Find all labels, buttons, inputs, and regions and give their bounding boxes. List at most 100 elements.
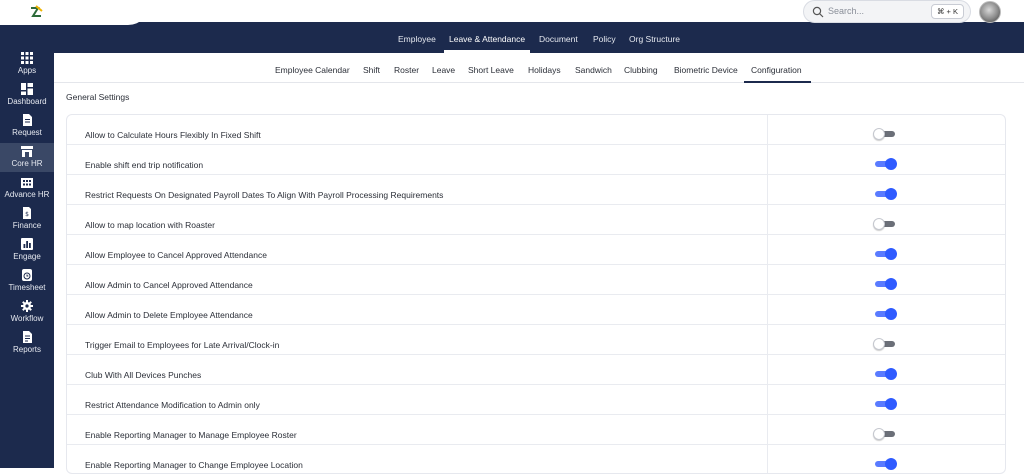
setting-toggle[interactable]: [873, 158, 897, 170]
subtab-configuration[interactable]: Configuration: [751, 65, 802, 75]
toggle-knob: [885, 188, 897, 200]
sidebar-item-label: Request: [12, 128, 42, 137]
sidebar-item-core-hr[interactable]: Core HR: [0, 143, 54, 172]
sidebar-item-reports[interactable]: Reports: [0, 329, 54, 358]
column-divider: [767, 175, 768, 205]
logo-area: [0, 0, 150, 25]
setting-toggle[interactable]: [873, 278, 897, 290]
subtab-biometric-device[interactable]: Biometric Device: [674, 65, 738, 75]
subtab-shift[interactable]: Shift: [363, 65, 380, 75]
main-nav: Employee Leave & Attendance Document Pol…: [54, 25, 1024, 53]
avatar[interactable]: [979, 1, 1001, 23]
column-divider: [767, 355, 768, 385]
search-input[interactable]: Search... ⌘ + K: [803, 0, 971, 23]
tab-employee[interactable]: Employee: [398, 34, 436, 44]
sidebar: Apps Dashboard Request Core HR Advance H…: [0, 25, 54, 468]
gear-icon: [21, 300, 33, 312]
sidebar-item-label: Timesheet: [8, 283, 46, 292]
subtab-leave[interactable]: Leave: [432, 65, 455, 75]
sidebar-item-label: Finance: [12, 221, 42, 230]
setting-toggle[interactable]: [873, 248, 897, 260]
sidebar-item-advance-hr[interactable]: Advance HR: [0, 174, 54, 203]
subtab-sandwich[interactable]: Sandwich: [575, 65, 612, 75]
sidebar-item-label: Dashboard: [7, 97, 47, 106]
toggle-knob: [885, 458, 897, 470]
clock-icon: [22, 269, 32, 281]
setting-toggle[interactable]: [873, 428, 895, 440]
report-icon: [23, 331, 32, 343]
sidebar-item-finance[interactable]: $ Finance: [0, 205, 54, 234]
setting-label: Allow to map location with Roaster: [85, 220, 215, 230]
toggle-knob: [885, 158, 897, 170]
subtab-holidays[interactable]: Holidays: [528, 65, 561, 75]
setting-label: Enable shift end trip notification: [85, 160, 204, 170]
setting-row: Trigger Email to Employees for Late Arri…: [67, 325, 1005, 355]
sidebar-item-dashboard[interactable]: Dashboard: [0, 81, 54, 110]
dashboard-icon: [21, 83, 33, 95]
setting-row: Allow Admin to Delete Employee Attendanc…: [67, 295, 1005, 325]
tab-document[interactable]: Document: [539, 34, 578, 44]
setting-toggle[interactable]: [873, 338, 895, 350]
column-divider: [767, 115, 768, 145]
setting-label: Allow Employee to Cancel Approved Attend…: [85, 250, 267, 260]
subtab-short-leave[interactable]: Short Leave: [468, 65, 514, 75]
toggle-knob: [885, 308, 897, 320]
toggle-knob: [873, 338, 885, 350]
setting-row: Restrict Requests On Designated Payroll …: [67, 175, 1005, 205]
subtab-clubbing[interactable]: Clubbing: [624, 65, 658, 75]
setting-label: Enable Reporting Manager to Manage Emplo…: [85, 430, 297, 440]
search-icon: [812, 6, 824, 18]
subtab-employee-calendar[interactable]: Employee Calendar: [275, 65, 350, 75]
tab-leave-attendance[interactable]: Leave & Attendance: [449, 34, 525, 44]
setting-label: Allow to Calculate Hours Flexibly In Fix…: [85, 130, 261, 140]
column-divider: [767, 265, 768, 295]
settings-card: Allow to Calculate Hours Flexibly In Fix…: [66, 114, 1006, 474]
setting-toggle[interactable]: [873, 368, 897, 380]
sidebar-item-label: Core HR: [11, 159, 43, 168]
column-divider: [767, 235, 768, 265]
setting-toggle[interactable]: [873, 218, 895, 230]
setting-row: Restrict Attendance Modification to Admi…: [67, 385, 1005, 415]
receipt-icon: $: [23, 207, 31, 219]
setting-label: Restrict Attendance Modification to Admi…: [85, 400, 260, 410]
column-divider: [767, 445, 768, 473]
column-divider: [767, 295, 768, 325]
setting-label: Allow Admin to Delete Employee Attendanc…: [85, 310, 253, 320]
column-divider: [767, 415, 768, 445]
sidebar-item-request[interactable]: Request: [0, 112, 54, 141]
sidebar-item-label: Reports: [12, 345, 41, 354]
sidebar-item-engage[interactable]: Engage: [0, 236, 54, 265]
setting-row: Allow to Calculate Hours Flexibly In Fix…: [67, 115, 1005, 145]
search-placeholder: Search...: [828, 6, 865, 16]
setting-toggle[interactable]: [873, 458, 897, 470]
sidebar-item-timesheet[interactable]: Timesheet: [0, 267, 54, 296]
grid-icon: [21, 52, 33, 64]
active-subtab-indicator: [744, 81, 811, 83]
setting-row: Allow Admin to Cancel Approved Attendanc…: [67, 265, 1005, 295]
setting-label: Club With All Devices Punches: [85, 370, 202, 380]
setting-toggle[interactable]: [873, 188, 897, 200]
toggle-knob: [885, 278, 897, 290]
tab-policy[interactable]: Policy: [593, 34, 616, 44]
sidebar-item-workflow[interactable]: Workflow: [0, 298, 54, 327]
setting-row: Allow to map location with Roaster: [67, 205, 1005, 235]
app-logo[interactable]: [30, 5, 44, 19]
setting-label: Trigger Email to Employees for Late Arri…: [85, 340, 280, 350]
column-divider: [767, 325, 768, 355]
column-divider: [767, 205, 768, 235]
setting-toggle[interactable]: [873, 128, 895, 140]
sidebar-item-label: Engage: [13, 252, 41, 261]
sidebar-item-label: Workflow: [10, 314, 44, 323]
setting-label: Allow Admin to Cancel Approved Attendanc…: [85, 280, 253, 290]
sidebar-item-apps[interactable]: Apps: [0, 50, 54, 79]
search-shortcut-badge: ⌘ + K: [930, 4, 964, 19]
setting-toggle[interactable]: [873, 398, 897, 410]
setting-toggle[interactable]: [873, 308, 897, 320]
subtab-roster[interactable]: Roster: [394, 65, 419, 75]
tab-org-structure[interactable]: Org Structure: [629, 34, 680, 44]
setting-row: Enable shift end trip notification: [67, 145, 1005, 175]
setting-row: Club With All Devices Punches: [67, 355, 1005, 385]
setting-row: Enable Reporting Manager to Manage Emplo…: [67, 415, 1005, 445]
setting-row: Enable Reporting Manager to Change Emplo…: [67, 445, 1005, 473]
section-title: General Settings: [66, 92, 130, 102]
